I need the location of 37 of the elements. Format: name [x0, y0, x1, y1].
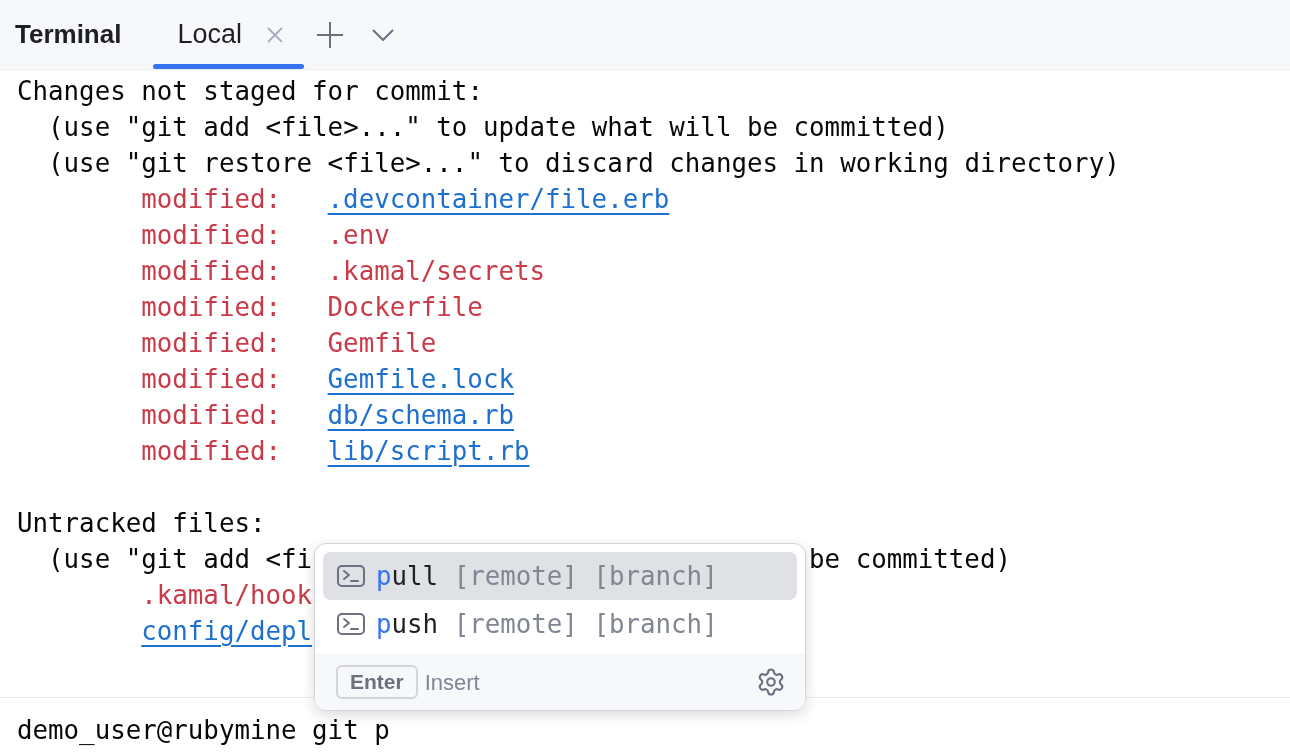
settings-icon[interactable]	[756, 667, 786, 697]
shortcut-label: Insert	[424, 668, 480, 697]
panel-title: Terminal	[15, 18, 122, 51]
argument-hint: [remote] [branch]	[453, 559, 718, 593]
output-heading: Untracked files:	[17, 506, 266, 540]
output-text: (use "git add <fi	[48, 542, 313, 576]
completion-item[interactable]: pull [remote] [branch]	[323, 552, 797, 600]
file-status: modified:	[141, 362, 281, 396]
output-text: (use "git add <file>..." to update what will be committed)	[48, 110, 949, 144]
file-status: modified:	[141, 398, 281, 432]
file-status: modified:	[141, 326, 281, 360]
shortcut-key: Enter	[336, 665, 418, 699]
terminal-icon	[337, 613, 365, 635]
output-heading: Changes not staged for commit:	[17, 74, 483, 108]
terminal-tab[interactable]: Local	[153, 0, 254, 64]
file-status: modified:	[141, 290, 281, 324]
prompt-text: demo_user@rubymine	[17, 713, 297, 747]
file-status: modified:	[141, 218, 281, 252]
command-name: push	[376, 607, 439, 641]
chevron-down-icon[interactable]	[372, 28, 394, 41]
command-input[interactable]: git p	[312, 710, 390, 750]
plus-icon[interactable]	[317, 21, 343, 48]
file-link[interactable]: config/depl	[141, 611, 313, 651]
output-text: (use "git restore <file>..." to discard changes in working directory)	[48, 146, 1120, 180]
file-status: modified:	[141, 182, 281, 216]
file-path: .kamal/secrets	[327, 254, 546, 288]
output-text: be committed)	[809, 542, 1011, 576]
file-status: modified:	[141, 254, 281, 288]
file-link[interactable]: .devcontainer/file.erb	[327, 179, 670, 219]
terminal-icon	[337, 565, 365, 587]
command-name: pull	[376, 559, 439, 593]
file-path: Gemfile	[327, 326, 437, 360]
argument-hint: [remote] [branch]	[453, 607, 718, 641]
file-path: .env	[327, 218, 390, 252]
file-status: modified:	[141, 434, 281, 468]
file-path: Dockerfile	[327, 290, 483, 324]
file-path: .kamal/hook	[141, 578, 313, 612]
